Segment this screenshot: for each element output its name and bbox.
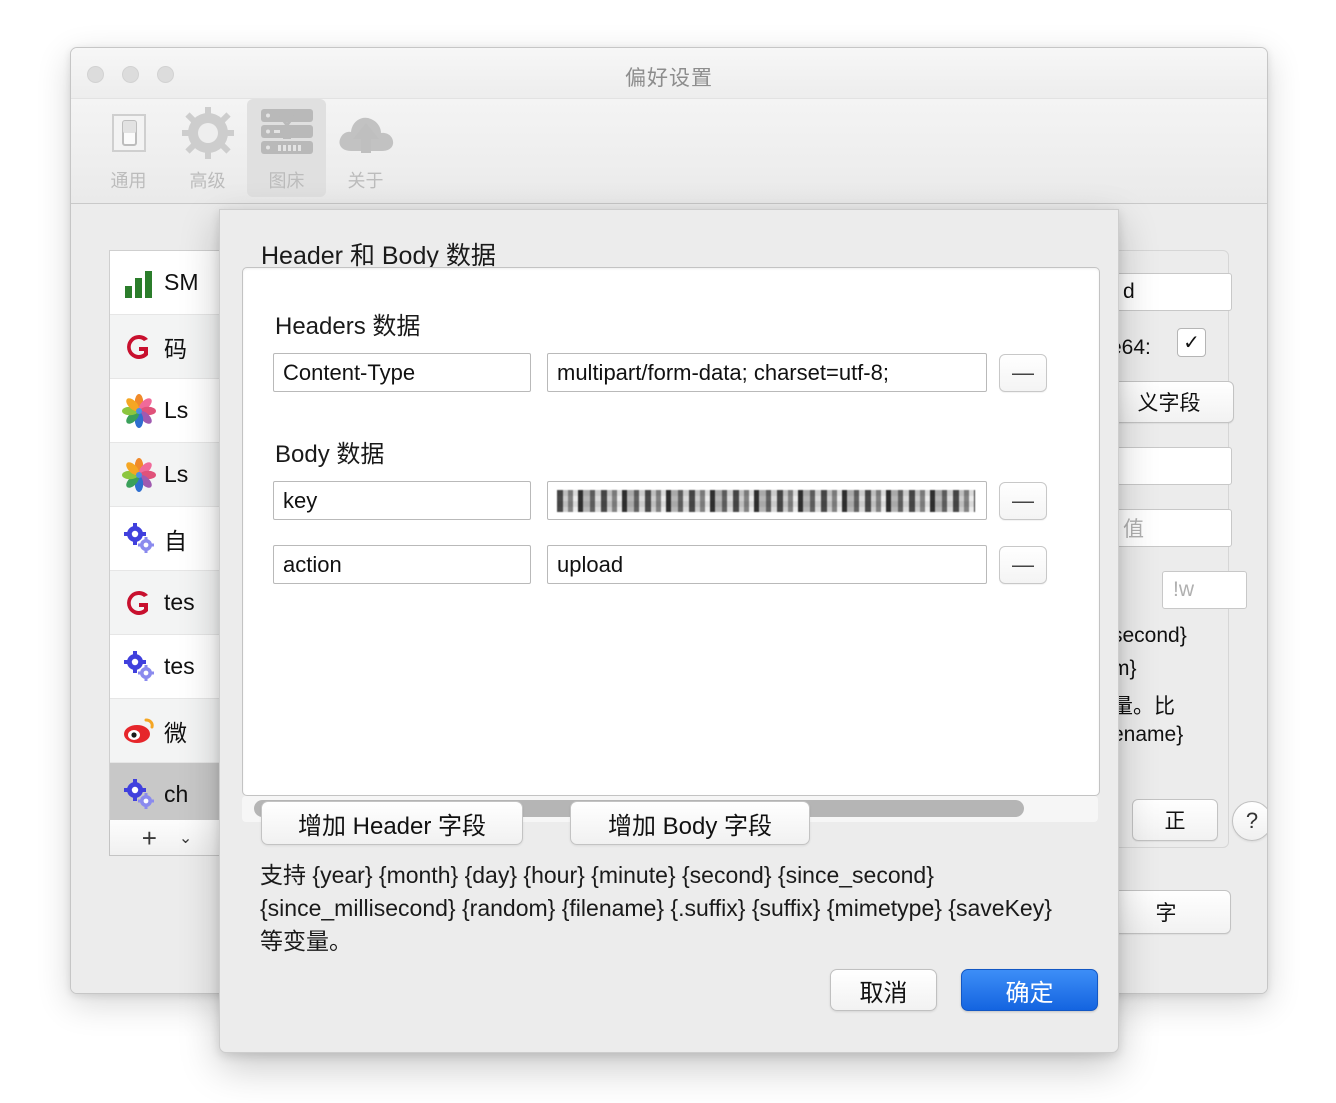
bar-chart-icon [122,266,156,300]
list-item-label: 码 [164,335,187,362]
add-body-field-button[interactable]: 增加 Body 字段 [570,801,810,845]
weibo-icon [122,714,156,748]
fields-scroll-area[interactable]: Headers 数据 Content-Type multipart/form-d… [242,267,1100,796]
toolbar-item-imagehost[interactable]: 图床 [247,99,326,197]
list-item[interactable]: tes [110,635,226,699]
list-item-label: tes [164,589,195,615]
base64-checkbox[interactable]: ✓ [1177,328,1206,357]
cloud-upload-icon [335,103,397,163]
body-key-input[interactable]: action [273,545,531,584]
list-item[interactable]: 微 [110,699,226,763]
remove-body-button[interactable]: — [999,481,1047,520]
switch-icon [104,103,154,163]
list-item[interactable]: Ls [110,443,226,507]
list-item-label: tes [164,653,195,679]
list-item[interactable]: ch [110,763,226,821]
dialog-actions: 取消 确定 [830,969,1098,1011]
toolbar-item-general[interactable]: 通用 [89,99,168,197]
list-footer-toolbar: + ⌄ [109,820,225,856]
body-value-input[interactable]: upload [547,545,987,584]
config-field-value[interactable]: 值 [1112,509,1232,547]
custom-field-button[interactable]: 义字段 [1104,381,1234,423]
remove-body-button[interactable]: — [999,545,1047,584]
list-item-label: SM [164,269,199,295]
list-item-label: Ls [164,461,189,487]
body-section-title: Body 数据 [275,441,385,468]
preferences-toolbar: 通用 高级 图床 关于 [71,99,1267,204]
header-body-dialog: Header 和 Body 数据 Headers 数据 Content-Type… [219,209,1119,1053]
toolbar-label-advanced: 高级 [189,171,226,191]
g-logo-icon [122,586,156,620]
variables-help-text: 支持 {year} {month} {day} {hour} {minute} … [260,862,1052,954]
body-row: action upload — [273,545,1047,584]
g-logo-icon [122,330,156,364]
server-rack-icon [258,103,316,163]
list-item-label: 微 [164,719,187,746]
config-field-tail[interactable]: d [1112,273,1232,311]
toolbar-label-general: 通用 [110,171,147,191]
toolbar-item-advanced[interactable]: 高级 [168,99,247,197]
window-titlebar: 偏好设置 [71,48,1267,99]
list-item-label: Ls [164,397,189,423]
flower-icon [122,393,156,428]
gear-icon [180,103,236,163]
chevron-down-icon[interactable]: ⌄ [179,828,192,848]
toolbar-item-about[interactable]: 关于 [326,99,405,197]
headers-section-title: Headers 数据 [275,313,421,340]
config-field-empty[interactable] [1112,447,1232,485]
help-icon[interactable]: ? [1232,801,1267,841]
gears-icon [122,650,156,684]
add-header-field-button[interactable]: 增加 Header 字段 [261,801,523,845]
cancel-button[interactable]: 取消 [830,969,937,1011]
validate-button[interactable]: 正 [1132,799,1218,841]
config-field-small[interactable]: !w [1162,571,1247,609]
config-note-line-1: second} [1112,624,1187,647]
redacted-value [557,489,975,512]
list-item[interactable]: Ls [110,379,226,443]
list-item[interactable]: SM [110,251,226,315]
list-item-label: 自 [164,527,187,554]
list-item[interactable]: 自 [110,507,226,571]
flower-icon [122,457,156,492]
body-value-input[interactable] [547,481,987,520]
config-note-line-3: 量。比 [1112,695,1175,718]
screen: 偏好设置 通用 高级 图床 关于 d e64: ✓ 义字段 值 !w secon… [0,0,1336,1103]
header-value-input[interactable]: multipart/form-data; charset=utf-8; [547,353,987,392]
list-item-label: ch [164,781,189,807]
list-item[interactable]: 码 [110,315,226,379]
window-title: 偏好设置 [625,67,713,90]
config-note-line-4: ename} [1112,723,1184,746]
remove-header-button[interactable]: — [999,353,1047,392]
body-row: key — [273,481,1047,520]
body-key-input[interactable]: key [273,481,531,520]
confirm-button[interactable]: 确定 [961,969,1098,1011]
header-key-input[interactable]: Content-Type [273,353,531,392]
list-item[interactable]: tes [110,571,226,635]
header-row: Content-Type multipart/form-data; charse… [273,353,1047,392]
gears-icon [122,778,156,812]
bottom-action-button[interactable]: 字 [1101,890,1231,934]
add-host-button[interactable]: + [142,825,157,851]
gears-icon [122,522,156,556]
image-host-list[interactable]: SM 码 Ls Ls 自 tes tes 微 ch [109,250,227,822]
toolbar-label-imagehost: 图床 [268,171,305,191]
toolbar-label-about: 关于 [347,171,384,191]
